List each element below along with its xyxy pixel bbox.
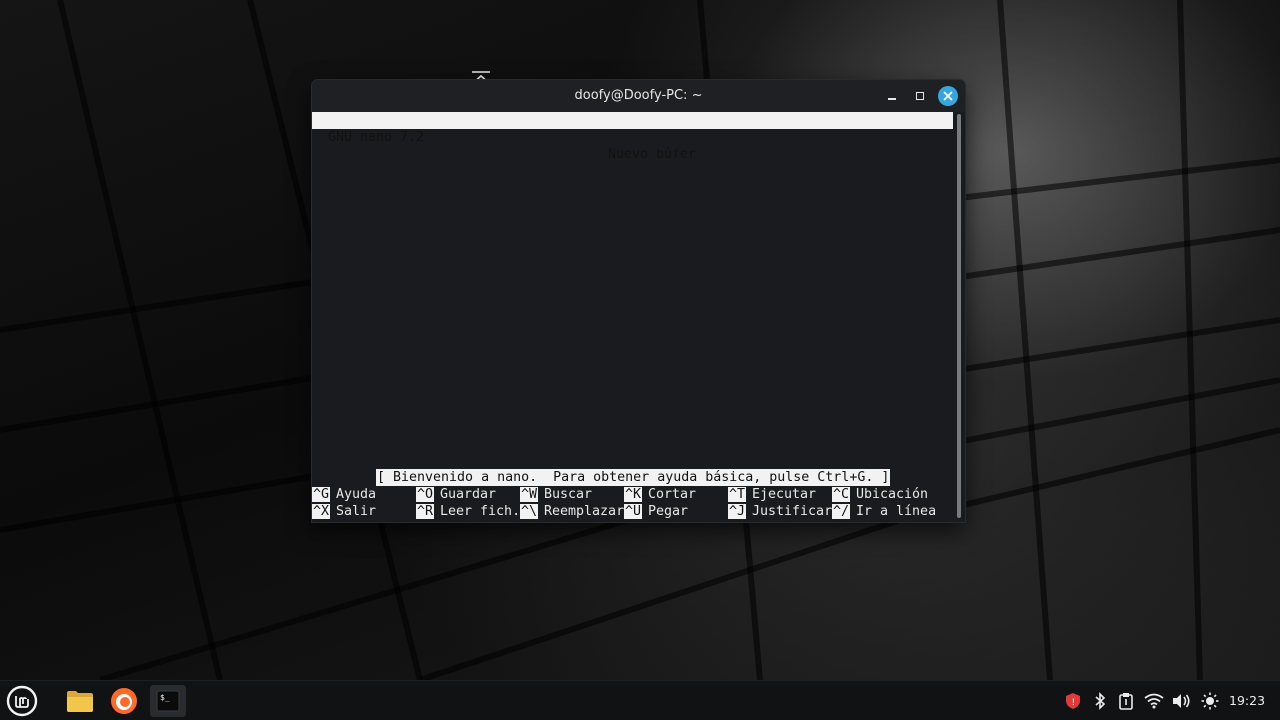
shortcut-key: ^C <box>832 487 851 502</box>
shortcut-goto-line: ^/ Ir a línea <box>832 503 936 520</box>
shortcut-label: Pegar <box>648 504 689 519</box>
maximize-button[interactable] <box>910 86 930 106</box>
shortcut-label: Guardar <box>440 487 497 502</box>
shortcut-search: ^W Buscar <box>520 486 592 503</box>
shortcut-execute: ^T Ejecutar <box>728 486 816 503</box>
svg-text:$_: $_ <box>160 693 170 702</box>
shortcut-key: ^K <box>624 487 643 502</box>
shortcut-justify: ^J Justificar <box>728 503 832 520</box>
nano-header-bar: GNU nano 7.2 Nuevo búfer <box>312 112 953 162</box>
shortcut-label: Ubicación <box>856 487 929 502</box>
shortcut-label: Ayuda <box>336 487 377 502</box>
start-menu-button[interactable] <box>4 685 40 717</box>
nano-shortcut-bar: ^G Ayuda ^O Guardar ^W Buscar ^K Cortar ^T Ej… <box>312 486 953 520</box>
menu-icon <box>6 685 38 717</box>
volume-icon[interactable] <box>1171 691 1191 711</box>
shortcut-key: ^O <box>416 487 435 502</box>
shortcut-replace: ^\ Reemplazar <box>520 503 624 520</box>
terminal-scrollbar[interactable] <box>957 114 961 518</box>
shortcut-label: Reemplazar <box>544 504 625 519</box>
shortcut-key: ^G <box>312 487 331 502</box>
brightness-icon[interactable] <box>1200 691 1220 711</box>
maximize-icon <box>916 92 924 100</box>
terminal-area[interactable]: GNU nano 7.2 Nuevo búfer [ Bienvenido a … <box>312 112 965 522</box>
clipboard-icon[interactable] <box>1116 691 1136 711</box>
shortcut-label: Ejecutar <box>752 487 817 502</box>
shortcut-label: Ir a línea <box>856 504 937 519</box>
shortcut-label: Salir <box>336 504 377 519</box>
shortcut-key: ^R <box>416 504 435 519</box>
taskbar-clock[interactable]: 19:23 <box>1229 693 1265 708</box>
terminal-window: doofy@Doofy-PC: ~ GNU nano 7.2 Nuevo búf… <box>312 80 965 522</box>
shortcut-row-1: ^G Ayuda ^O Guardar ^W Buscar ^K Cortar ^T Ej… <box>312 486 953 503</box>
taskbar: $_ ! 19:23 <box>0 680 1280 720</box>
firefox-launcher[interactable] <box>106 685 142 717</box>
shortcut-cut: ^K Cortar <box>624 486 696 503</box>
files-icon <box>67 691 93 712</box>
shortcut-key: ^J <box>728 504 747 519</box>
bluetooth-icon[interactable] <box>1090 691 1110 711</box>
window-title: doofy@Doofy-PC: ~ <box>574 88 703 103</box>
shortcut-label: Buscar <box>544 487 593 502</box>
shortcut-row-2: ^X Salir ^R Leer fich. ^\ Reemplazar ^U Pega… <box>312 503 953 520</box>
shortcut-key: ^/ <box>832 504 851 519</box>
files-launcher[interactable] <box>62 685 98 717</box>
firefox-icon <box>111 688 137 714</box>
shortcut-read-file: ^R Leer fich. <box>416 503 520 520</box>
terminal-icon: $_ <box>156 690 180 712</box>
shortcut-help: ^G Ayuda <box>312 486 376 503</box>
shortcut-paste: ^U Pegar <box>624 503 688 520</box>
shortcut-label: Justificar <box>752 504 833 519</box>
shortcut-label: Leer fich. <box>440 504 521 519</box>
minimize-button[interactable] <box>882 86 902 106</box>
nano-buffer-name: Nuevo búfer <box>608 147 697 162</box>
svg-text:!: ! <box>1072 698 1076 708</box>
shortcut-key: ^T <box>728 487 747 502</box>
close-button[interactable] <box>938 86 958 106</box>
nano-status-message: [ Bienvenido a nano. Para obtener ayuda … <box>376 469 891 486</box>
shortcut-key: ^X <box>312 504 331 519</box>
minimize-icon <box>888 98 896 100</box>
close-icon <box>943 91 953 101</box>
shortcut-label: Cortar <box>648 487 697 502</box>
wifi-icon[interactable] <box>1144 691 1164 711</box>
shortcut-exit: ^X Salir <box>312 503 376 520</box>
nano-version: GNU nano 7.2 <box>328 130 425 145</box>
terminal-launcher[interactable]: $_ <box>150 685 186 717</box>
shortcut-key: ^W <box>520 487 539 502</box>
shield-icon[interactable]: ! <box>1063 691 1083 711</box>
shortcut-location: ^C Ubicación <box>832 486 928 503</box>
shortcut-key: ^U <box>624 504 643 519</box>
window-titlebar[interactable]: doofy@Doofy-PC: ~ <box>312 80 965 112</box>
shortcut-save: ^O Guardar <box>416 486 496 503</box>
shortcut-key: ^\ <box>520 504 539 519</box>
